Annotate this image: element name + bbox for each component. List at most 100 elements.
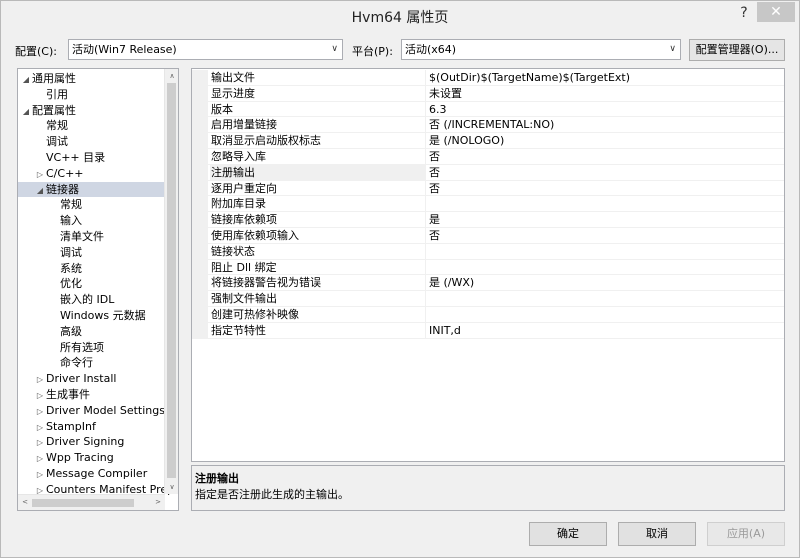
scroll-left-arrow-icon[interactable]: < bbox=[18, 495, 32, 510]
property-value[interactable]: 是 (/NOLOGO) bbox=[428, 133, 784, 149]
property-value[interactable] bbox=[428, 307, 784, 323]
tree-item[interactable]: ▷ Driver Install bbox=[18, 371, 165, 387]
property-value[interactable]: 否 bbox=[428, 149, 784, 165]
scroll-thumb[interactable] bbox=[167, 83, 176, 478]
property-name: 链接状态 bbox=[210, 243, 426, 260]
property-row[interactable]: 指定节特性 INIT,d bbox=[192, 322, 784, 339]
property-value[interactable]: INIT,d bbox=[428, 323, 784, 339]
property-row[interactable]: 逐用户重定向否 bbox=[192, 180, 784, 197]
tree-item[interactable]: 命令行 bbox=[18, 355, 165, 371]
property-value[interactable]: 未设置 bbox=[428, 86, 784, 102]
tree-item[interactable]: 嵌入的 IDL bbox=[18, 292, 165, 308]
row-gutter bbox=[192, 133, 208, 149]
property-row[interactable]: 链接库依赖项是 bbox=[192, 212, 784, 228]
property-value[interactable]: 6.3 bbox=[428, 102, 784, 118]
tree-horizontal-scrollbar[interactable]: < > bbox=[18, 494, 165, 510]
tree-item[interactable]: 清单文件 bbox=[18, 229, 165, 245]
tree-item[interactable]: 常规 bbox=[18, 197, 165, 213]
expand-arrow-icon[interactable]: ▷ bbox=[34, 388, 46, 404]
tree-item[interactable]: ▷ Driver Signing bbox=[18, 434, 165, 450]
scroll-thumb[interactable] bbox=[32, 499, 134, 507]
property-row[interactable]: 启用增量链接否 (/INCREMENTAL:NO) bbox=[192, 117, 784, 134]
property-value[interactable]: 是 (/WX) bbox=[428, 275, 784, 291]
configuration-manager-button[interactable]: 配置管理器(O)... bbox=[689, 39, 785, 61]
property-name: 忽略导入库 bbox=[210, 149, 426, 165]
property-row[interactable]: 忽略导入库否 bbox=[192, 149, 784, 165]
expand-arrow-icon[interactable]: ▷ bbox=[34, 372, 46, 388]
tree-item-label: VC++ 目录 bbox=[46, 151, 106, 164]
tree-item[interactable]: 优化 bbox=[18, 276, 165, 292]
tree-item[interactable]: VC++ 目录 bbox=[18, 150, 165, 166]
tree-item[interactable]: ◢ 配置属性 bbox=[18, 103, 165, 119]
row-gutter bbox=[192, 212, 208, 228]
apply-button[interactable]: 应用(A) bbox=[707, 522, 785, 546]
expand-arrow-icon[interactable]: ▷ bbox=[34, 435, 46, 451]
property-row[interactable]: 显示进度 未设置 bbox=[192, 85, 784, 102]
property-value[interactable]: 否 bbox=[428, 181, 784, 197]
expand-arrow-icon[interactable]: ▷ bbox=[34, 451, 46, 467]
tree-item[interactable]: 所有选项 bbox=[18, 340, 165, 356]
property-name: 将链接器警告视为错误 bbox=[210, 275, 426, 292]
property-value[interactable]: 否 bbox=[428, 165, 784, 181]
property-value[interactable]: 否 bbox=[428, 228, 784, 244]
tree-item[interactable]: ▷ Wpp Tracing bbox=[18, 450, 165, 466]
platform-dropdown[interactable]: 活动(x64) ∨ bbox=[401, 39, 681, 60]
tree-item[interactable]: ▷ Driver Model Settings bbox=[18, 403, 165, 419]
property-row[interactable]: 强制文件输出 bbox=[192, 291, 784, 307]
row-gutter bbox=[192, 180, 208, 197]
property-row[interactable]: 取消显示启动版权标志是 (/NOLOGO) bbox=[192, 133, 784, 149]
tree-item[interactable]: ◢ 链接器 bbox=[18, 181, 165, 199]
property-row[interactable]: 将链接器警告视为错误是 (/WX) bbox=[192, 275, 784, 292]
tree-item-label: StampInf bbox=[46, 419, 96, 433]
tree-item[interactable]: ◢ 通用属性 bbox=[18, 71, 165, 87]
property-row[interactable]: 注册输出否 bbox=[192, 164, 784, 181]
scroll-right-arrow-icon[interactable]: > bbox=[151, 495, 165, 510]
tree-item[interactable]: Windows 元数据 bbox=[18, 308, 165, 324]
tree-item-label: 常规 bbox=[46, 119, 68, 133]
row-gutter bbox=[192, 275, 208, 292]
expand-arrow-icon[interactable]: ▷ bbox=[34, 420, 46, 436]
property-row[interactable]: 附加库目录 bbox=[192, 196, 784, 213]
close-button[interactable]: ✕ bbox=[757, 2, 795, 22]
help-button[interactable]: ? bbox=[733, 3, 755, 23]
tree-item[interactable]: ▷ Message Compiler bbox=[18, 466, 165, 482]
tree-item[interactable]: 调试 bbox=[18, 134, 165, 150]
property-value[interactable] bbox=[428, 196, 784, 212]
property-row[interactable]: 版本 6.3 bbox=[192, 101, 784, 118]
tree-item[interactable]: 输入 bbox=[18, 213, 165, 229]
config-dropdown[interactable]: 活动(Win7 Release) ∨ bbox=[68, 39, 343, 60]
property-value[interactable]: 否 (/INCREMENTAL:NO) bbox=[428, 117, 784, 133]
scroll-down-arrow-icon[interactable]: ∨ bbox=[165, 480, 178, 494]
property-row[interactable]: 创建可热修补映像 bbox=[192, 307, 784, 323]
property-value[interactable] bbox=[428, 291, 784, 307]
property-row[interactable]: 使用库依赖项输入否 bbox=[192, 228, 784, 244]
scroll-up-arrow-icon[interactable]: ∧ bbox=[165, 69, 178, 83]
property-value[interactable]: 是 bbox=[428, 212, 784, 228]
property-row[interactable]: 链接状态 bbox=[192, 243, 784, 260]
expand-arrow-icon[interactable]: ▷ bbox=[34, 404, 46, 420]
tree-item[interactable]: 调试 bbox=[18, 245, 165, 261]
tree-item[interactable]: ▷ C/C++ bbox=[18, 166, 165, 182]
cancel-button[interactable]: 取消 bbox=[618, 522, 696, 546]
property-value[interactable] bbox=[428, 260, 784, 276]
tree-item[interactable]: ▷ StampInf bbox=[18, 419, 165, 435]
expand-arrow-icon[interactable]: ▷ bbox=[34, 167, 46, 183]
tree-item[interactable]: 系统 bbox=[18, 261, 165, 277]
tree-item[interactable]: ▷ 生成事件 bbox=[18, 387, 165, 403]
tree-item[interactable]: 引用 bbox=[18, 87, 165, 103]
tree-item[interactable]: 高级 bbox=[18, 324, 165, 340]
expand-arrow-icon[interactable]: ▷ bbox=[34, 467, 46, 483]
property-value[interactable] bbox=[428, 244, 784, 260]
ok-button[interactable]: 确定 bbox=[529, 522, 607, 546]
property-grid[interactable]: 输出文件 $(OutDir)$(TargetName)$(TargetExt) 显示… bbox=[191, 68, 785, 462]
collapse-arrow-icon[interactable]: ◢ bbox=[20, 104, 32, 120]
collapse-arrow-icon[interactable]: ◢ bbox=[20, 72, 32, 88]
tree-item[interactable]: 常规 bbox=[18, 118, 165, 134]
property-row[interactable]: 输出文件 $(OutDir)$(TargetName)$(TargetExt) bbox=[192, 70, 784, 86]
tree-vertical-scrollbar[interactable]: ∧ ∨ bbox=[164, 69, 178, 494]
property-tree[interactable]: ◢ 通用属性 引用 ◢ 配置属性 常规 调试 VC++ 目录 ▷ C/C++ ◢ 链接器 常规 输入 清单文… bbox=[17, 68, 179, 511]
tree-item-label: Driver Model Settings bbox=[46, 403, 165, 417]
property-row[interactable]: 阻止 Dll 绑定 bbox=[192, 259, 784, 276]
collapse-arrow-icon[interactable]: ◢ bbox=[34, 183, 46, 199]
property-value[interactable]: $(OutDir)$(TargetName)$(TargetExt) bbox=[428, 70, 784, 86]
